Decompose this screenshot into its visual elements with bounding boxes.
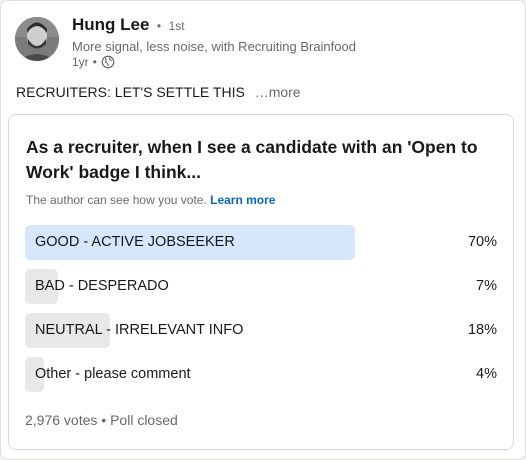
poll-option[interactable]: Other - please comment 4% (25, 357, 497, 392)
globe-icon (101, 55, 115, 69)
poll-status: Poll closed (110, 412, 178, 428)
learn-more-link[interactable]: Learn more (210, 193, 275, 207)
poll-option-percent: 70% (467, 234, 497, 250)
actor-headline: More signal, less noise, with Recruiting… (72, 39, 356, 54)
post-time: 1yr (72, 55, 89, 69)
avatar-photo (15, 17, 59, 61)
connection-degree: 1st (168, 19, 185, 33)
actor-name[interactable]: Hung Lee (72, 15, 149, 34)
poll-option-label: GOOD - ACTIVE JOBSEEKER (35, 234, 235, 250)
meta-separator: • (92, 55, 97, 69)
poll: As a recruiter, when I see a candidate w… (8, 114, 514, 450)
poll-option-label: NEUTRAL - IRRELEVANT INFO (35, 322, 244, 338)
poll-note-text: The author can see how you vote. (26, 193, 207, 207)
poll-option-percent: 18% (467, 322, 497, 338)
see-more-button[interactable]: …more (255, 84, 301, 100)
poll-question: As a recruiter, when I see a candidate w… (26, 137, 478, 182)
poll-option-label: BAD - DESPERADO (35, 278, 169, 294)
post-meta: 1yr • (72, 55, 115, 69)
vote-count[interactable]: 2,976 votes (25, 412, 97, 428)
degree-separator: • (156, 19, 162, 33)
poll-option[interactable]: NEUTRAL - IRRELEVANT INFO 18% (25, 313, 497, 348)
poll-option[interactable]: GOOD - ACTIVE JOBSEEKER 70% (25, 225, 497, 260)
footer-separator: • (101, 412, 107, 428)
actor-name-row: Hung Lee • 1st (72, 15, 185, 35)
avatar[interactable] (15, 17, 59, 61)
commentary-text: RECRUITERS: LET'S SETTLE THIS (16, 84, 245, 100)
poll-note: The author can see how you vote. Learn m… (26, 193, 275, 207)
poll-option-percent: 7% (476, 278, 497, 294)
post-card: Hung Lee • 1st More signal, less noise, … (0, 0, 526, 460)
poll-footer: 2,976 votes • Poll closed (25, 412, 178, 428)
poll-option[interactable]: BAD - DESPERADO 7% (25, 269, 497, 304)
poll-option-label: Other - please comment (35, 366, 191, 382)
post-commentary: RECRUITERS: LET'S SETTLE THIS …more (16, 84, 301, 100)
post-actor: Hung Lee • 1st More signal, less noise, … (15, 15, 515, 73)
poll-option-percent: 4% (476, 366, 497, 382)
